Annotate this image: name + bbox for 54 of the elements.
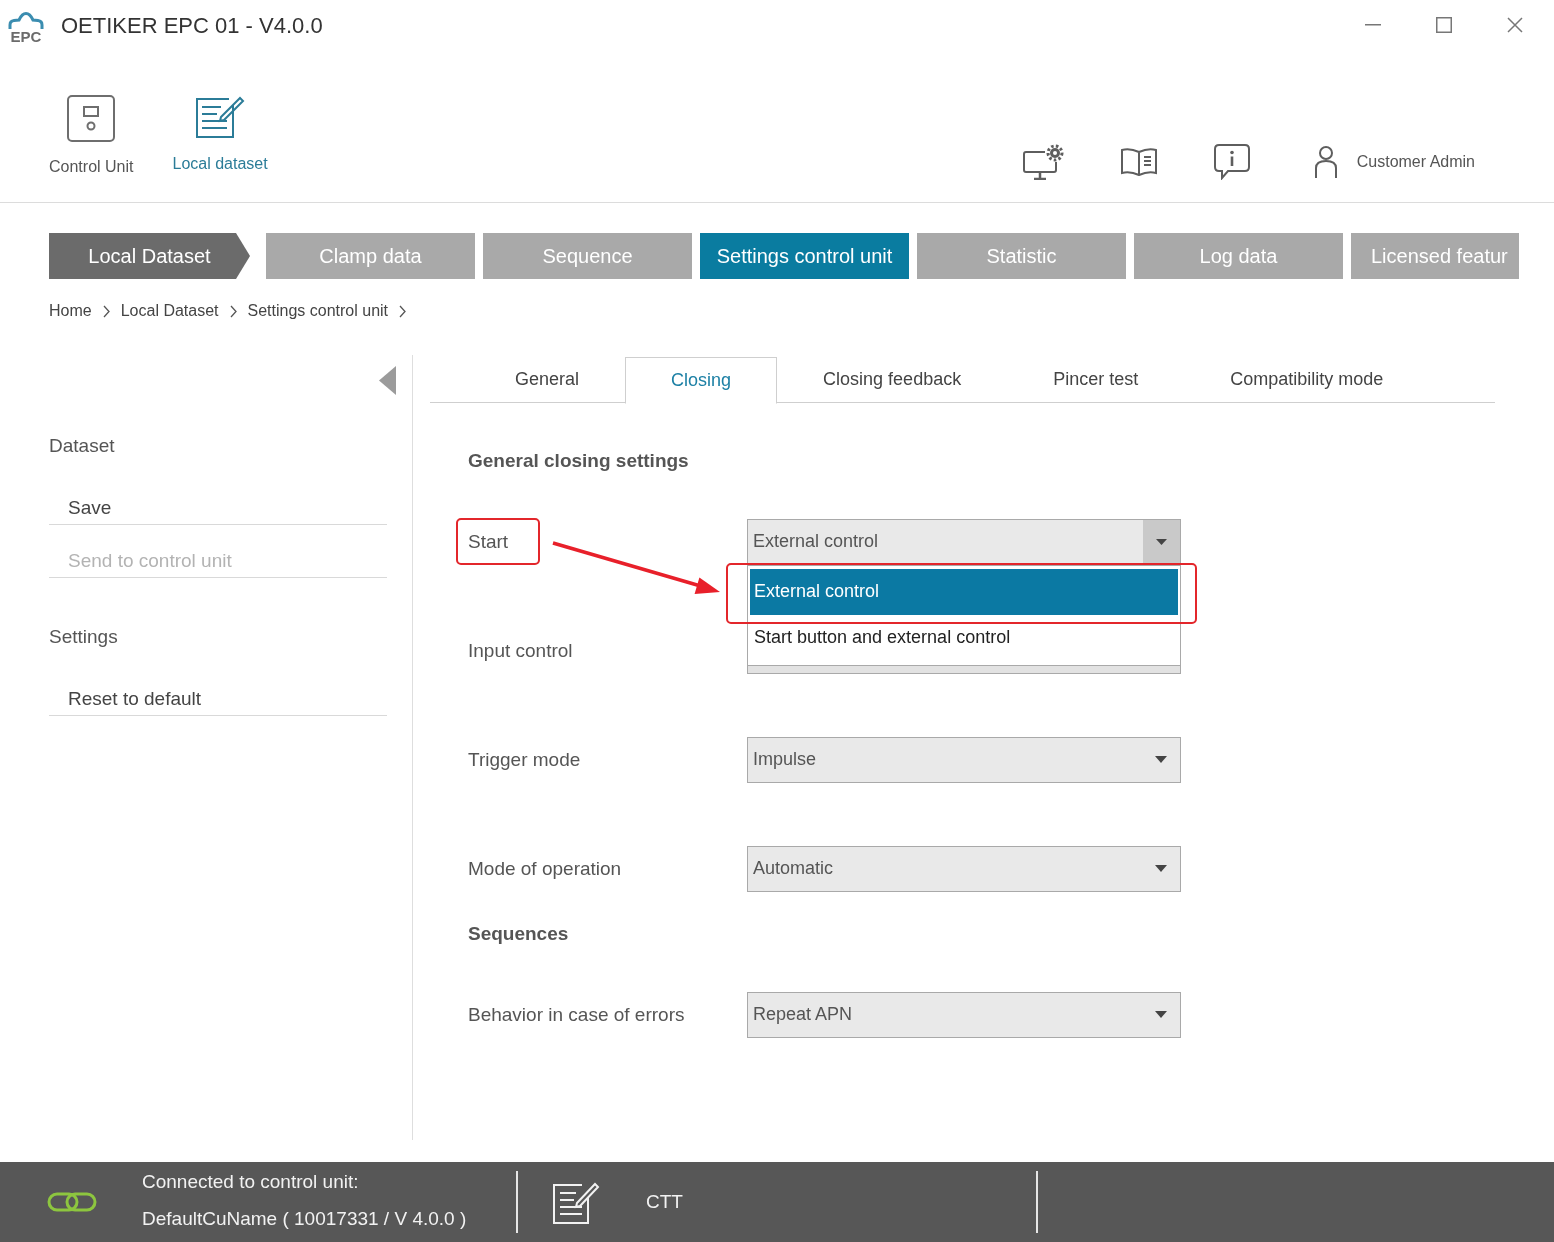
- close-icon: [1506, 16, 1523, 33]
- field-label: Input control: [468, 638, 573, 663]
- minimize-icon: [1364, 23, 1381, 26]
- arch-logo-icon: [8, 12, 44, 30]
- status-text: Connected to control unit:: [142, 1169, 360, 1194]
- nav-tab[interactable]: Local Dataset: [49, 233, 250, 279]
- breadcrumb-link[interactable]: Home: [49, 301, 92, 321]
- field-label: Behavior in case of errors: [468, 1002, 685, 1027]
- toolbar-button[interactable]: Control Unit: [49, 95, 134, 177]
- collapse-button[interactable]: [379, 366, 396, 395]
- document-edit-icon: [195, 95, 246, 139]
- sidebar-item[interactable]: Save: [49, 472, 387, 525]
- section-heading: Sequences: [468, 923, 569, 944]
- caret-down-icon: [1155, 756, 1167, 763]
- sub-tab[interactable]: Closing feedback: [777, 357, 1008, 402]
- dropdown-field[interactable]: Automatic: [747, 845, 1181, 892]
- device-name: DefaultCuName ( 10017331 / V 4.0.0 ): [142, 1206, 468, 1231]
- nav-tab[interactable]: Settings control unit: [700, 233, 909, 279]
- sub-tab[interactable]: Compatibility mode: [1184, 357, 1430, 402]
- field-label: Trigger mode: [468, 747, 581, 772]
- sub-tab[interactable]: Pincer test: [1007, 357, 1185, 402]
- section-heading: General closing settings: [468, 450, 689, 471]
- sub-tab[interactable]: Closing: [625, 357, 778, 404]
- sidebar-heading: Dataset: [49, 434, 116, 458]
- triangle-left-icon: [379, 366, 396, 395]
- sidebar-item[interactable]: Reset to default: [49, 663, 387, 716]
- book-icon[interactable]: [1120, 147, 1157, 177]
- control-unit-icon: [67, 95, 116, 142]
- chevron-right-icon: [399, 304, 407, 318]
- chevron-right-icon: [229, 304, 237, 318]
- breadcrumb-link[interactable]: Local Dataset: [120, 301, 219, 321]
- sub-tab[interactable]: General: [469, 357, 626, 402]
- maximize-icon: [1435, 16, 1452, 33]
- caret-down-icon: [1155, 865, 1167, 872]
- dropdown-option[interactable]: External control: [750, 568, 1178, 615]
- monitor-gear-icon[interactable]: [1022, 144, 1065, 180]
- info-icon[interactable]: [1213, 144, 1250, 180]
- logo-text: EPC: [10, 29, 42, 45]
- user-icon[interactable]: [1313, 145, 1338, 179]
- dropdown-option[interactable]: Start button and external control: [750, 614, 1178, 661]
- field-label: Mode of operation: [468, 856, 622, 881]
- caret-down-icon: [1155, 1011, 1167, 1018]
- dropdown-field[interactable]: Repeat APN: [747, 991, 1181, 1038]
- dropdown-field[interactable]: Impulse: [747, 736, 1181, 783]
- chevron-right-icon: [102, 304, 110, 318]
- field-label: Start: [468, 529, 509, 554]
- toolbar-button[interactable]: Local dataset: [172, 95, 268, 174]
- breadcrumb-link[interactable]: Settings control unit: [247, 301, 389, 321]
- sidebar-heading: Settings: [49, 625, 119, 649]
- caret-down-icon: [1143, 519, 1180, 564]
- user-name: Customer Admin: [1356, 152, 1475, 172]
- dropdown-field[interactable]: External control: [747, 518, 1181, 565]
- window-title: OETIKER EPC 01 - V4.0.0: [61, 12, 323, 39]
- mode-label: CTT: [646, 1189, 683, 1214]
